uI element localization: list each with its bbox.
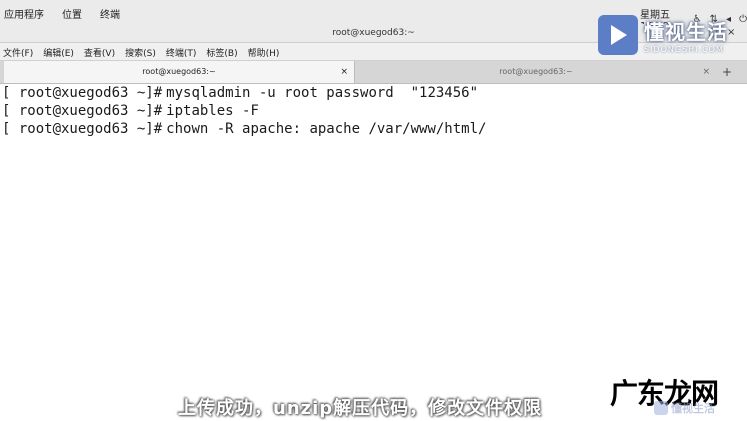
prompt: [ root@xuegod63 ~]# [2, 103, 163, 119]
corner-brand: 广东龙网 懂视生活 [610, 372, 719, 415]
terminal-line: [ root@xuegod63 ~]# mysqladmin -u root pa… [0, 84, 747, 102]
menu-terminal[interactable]: 终端(T) [166, 46, 197, 59]
places-menu[interactable]: 位置 [62, 6, 82, 21]
tab-close-icon[interactable]: × [340, 61, 348, 83]
small-logo-icon [654, 401, 668, 415]
menu-file[interactable]: 文件(F) [3, 46, 33, 59]
play-logo-icon [598, 15, 638, 55]
prompt: [ root@xuegod63 ~]# [2, 121, 163, 137]
command: mysqladmin -u root password "123456" [166, 85, 479, 101]
menu-tabs[interactable]: 标签(B) [206, 46, 237, 59]
tab-label: root@xuegod63:~ [499, 67, 573, 76]
menu-edit[interactable]: 编辑(E) [43, 46, 74, 59]
tab-1[interactable]: root@xuegod63:~ × [4, 61, 355, 83]
terminal-app-menu[interactable]: 终端 [100, 6, 120, 21]
applications-menu[interactable]: 应用程序 [4, 6, 44, 21]
command: iptables -F [166, 103, 259, 119]
menu-help[interactable]: 帮助(H) [248, 46, 280, 59]
menu-view[interactable]: 查看(V) [84, 46, 115, 59]
small-logo-cn: 懂视生活 [671, 402, 715, 415]
tab-label: root@xuegod63:~ [142, 67, 216, 76]
tab-bar: root@xuegod63:~ × root@xuegod63:~ × + [0, 61, 747, 84]
watermark-cn: 懂视生活 [644, 20, 728, 44]
watermark-en: SIDONGSHI.COM [644, 45, 724, 54]
terminal-line: [ root@xuegod63 ~]# chown -R apache: apac… [0, 120, 747, 138]
new-tab-button[interactable]: + [722, 65, 732, 79]
command: chown -R apache: apache /var/www/html/ [166, 121, 487, 137]
video-subtitle: 上传成功，unzip解压代码，修改文件权限 [178, 398, 543, 419]
tab-close-icon[interactable]: × [702, 61, 710, 83]
terminal-output[interactable]: [ root@xuegod63 ~]# mysqladmin -u root pa… [0, 84, 747, 421]
top-bar-menus: 应用程序 位置 终端 [4, 6, 120, 21]
prompt: [ root@xuegod63 ~]# [2, 85, 163, 101]
watermark-logo: 懂视生活 SIDONGSHI.COM [598, 10, 743, 60]
terminal-line: [ root@xuegod63 ~]# iptables -F [0, 102, 747, 120]
corner-small-logo: 懂视生活 [654, 400, 715, 416]
tab-2[interactable]: root@xuegod63:~ × [356, 61, 716, 83]
menu-search[interactable]: 搜索(S) [125, 46, 156, 59]
